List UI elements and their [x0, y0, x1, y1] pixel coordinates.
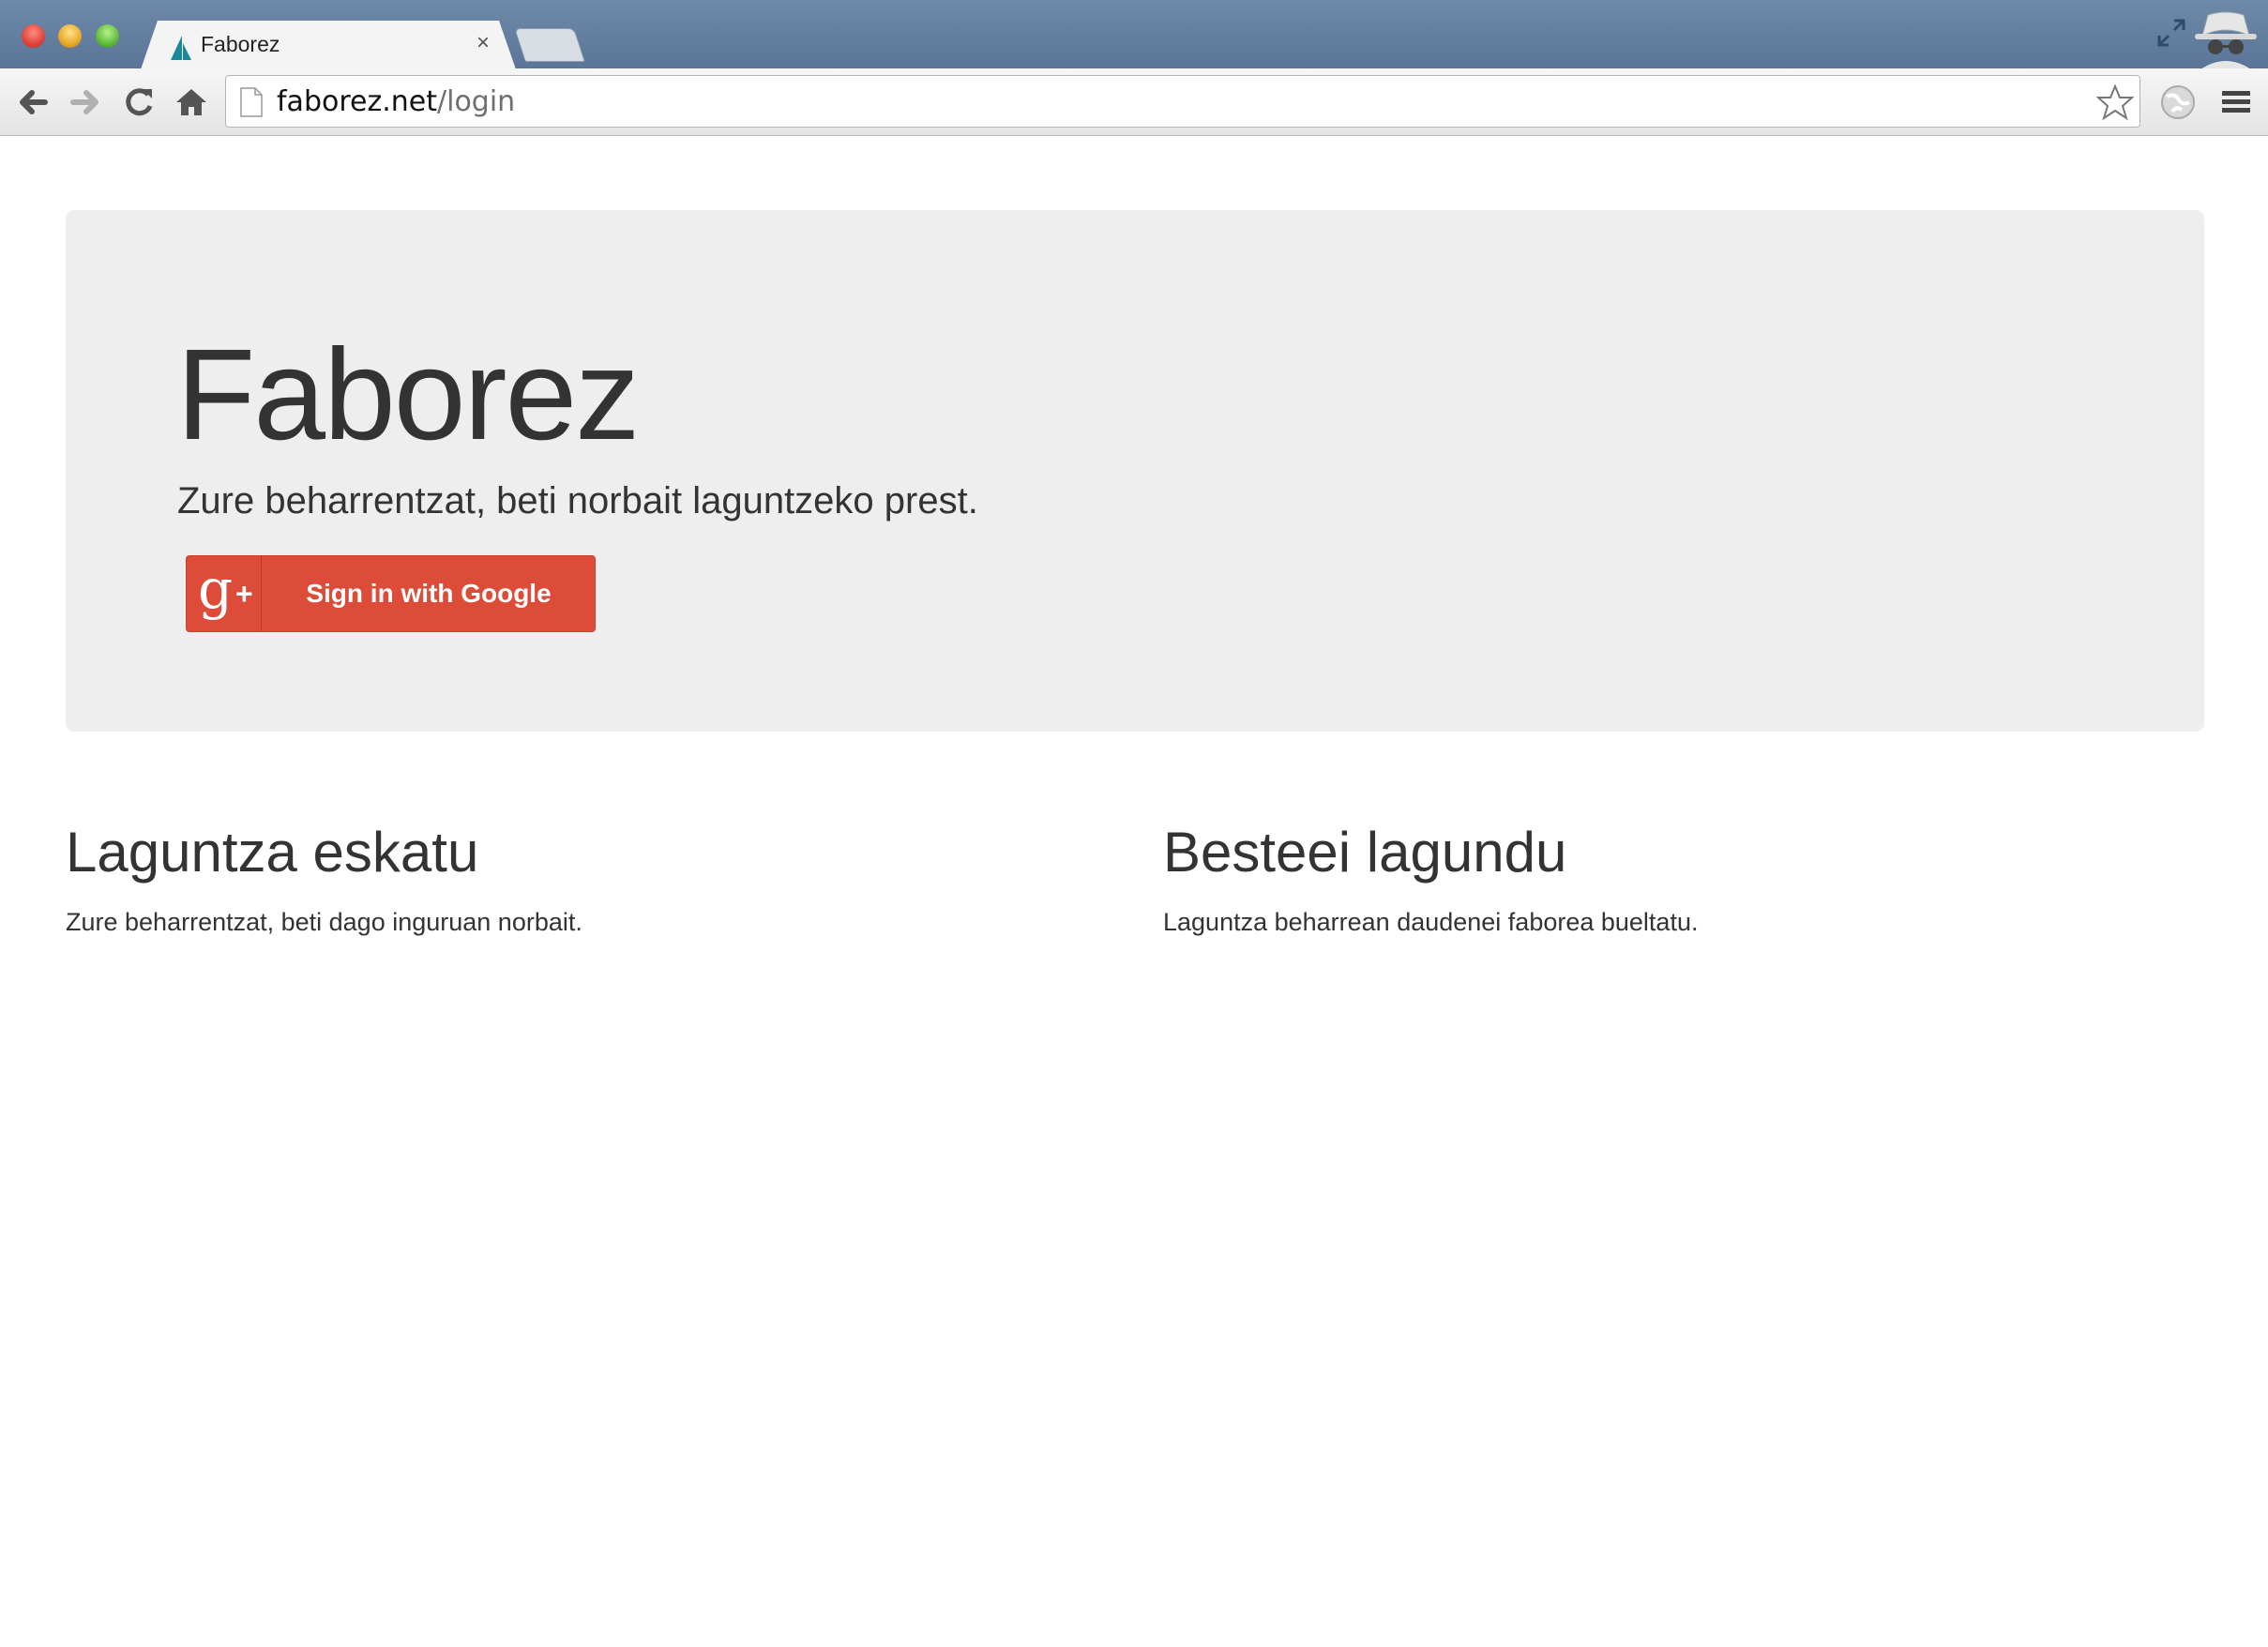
browser-titlebar: Faborez × — [0, 0, 2268, 69]
address-bar[interactable]: faborez.net/login — [225, 75, 2140, 128]
home-icon[interactable] — [171, 82, 212, 123]
feature-help-others: Besteei lagundu Laguntza beharrean daude… — [1163, 822, 2195, 937]
incognito-icon — [2195, 11, 2257, 69]
minimize-window-button[interactable] — [58, 24, 82, 48]
faborez-favicon-icon — [171, 36, 191, 60]
browser-toolbar: faborez.net/login — [0, 68, 2268, 136]
url-host: faborez.net — [277, 85, 437, 118]
google-plus-g-glyph: g — [198, 557, 234, 621]
extension-globe-icon[interactable] — [2157, 82, 2199, 123]
page-icon — [240, 87, 263, 117]
google-plus-icon: g + — [187, 556, 262, 631]
hero-jumbotron: Faborez Zure beharrentzat, beti norbait … — [66, 210, 2204, 732]
feature-text: Laguntza beharrean daudenei faborea buel… — [1163, 908, 1699, 936]
google-plus-plus-glyph: + — [235, 577, 253, 611]
address-url: faborez.net/login — [277, 85, 515, 118]
new-tab-button[interactable] — [514, 28, 585, 62]
fullscreen-icon[interactable] — [2155, 17, 2187, 49]
bookmark-star-icon[interactable] — [2096, 83, 2134, 121]
url-path: /login — [437, 85, 516, 118]
tab-close-icon[interactable]: × — [476, 30, 490, 56]
page-title: Faborez — [176, 323, 640, 467]
forward-arrow-icon[interactable] — [64, 82, 105, 123]
close-window-button[interactable] — [22, 24, 45, 48]
reload-icon[interactable] — [118, 82, 159, 123]
feature-ask-help: Laguntza eskatu Zure beharrentzat, beti … — [66, 822, 1097, 937]
feature-text: Zure beharrentzat, beti dago inguruan no… — [66, 908, 582, 936]
back-arrow-icon[interactable] — [13, 82, 54, 123]
sign-in-with-google-button[interactable]: g + Sign in with Google — [186, 555, 596, 632]
sign-in-button-label: Sign in with Google — [306, 579, 552, 608]
feature-heading: Laguntza eskatu — [66, 821, 479, 884]
zoom-window-button[interactable] — [96, 24, 119, 48]
tab-title: Faborez — [201, 32, 280, 56]
feature-heading: Besteei lagundu — [1163, 821, 1567, 884]
menu-hamburger-icon[interactable] — [2219, 85, 2253, 119]
hero-lead: Zure beharrentzat, beti norbait laguntze… — [177, 480, 978, 521]
browser-tab-active[interactable]: Faborez × — [141, 21, 516, 69]
